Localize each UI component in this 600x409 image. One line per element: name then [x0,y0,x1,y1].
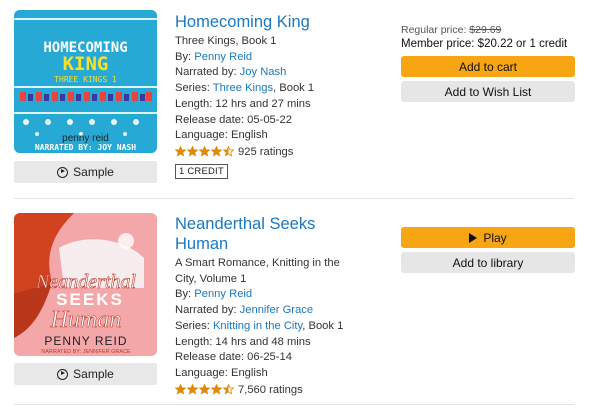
narrator-line: Narrated by: Jennifer Grace [175,303,375,319]
series-suffix: , Book 1 [273,82,315,95]
star-half-icon [223,384,234,395]
sample-button[interactable]: Sample [14,363,157,385]
library-item: Neanderthal SEEKS Human PENNY REID NARRA… [0,203,600,403]
star-full-icon [187,146,198,157]
star-full-icon [211,384,222,395]
series-label: Series: [175,319,210,332]
release-line: Release date: 06-25-14 [175,351,292,364]
book-cover[interactable]: HOMECOMING KING THREE KINGS 1 penny reid… [14,10,157,153]
cover-narrator: NARRATED BY: JENNIFER GRACE [41,349,131,355]
cover-art: HOMECOMING KING THREE KINGS 1 penny reid… [14,10,157,153]
star-half-icon [223,146,234,157]
series-link[interactable]: Three Kings [213,82,273,94]
author-label: By: [175,288,192,301]
language-line: Language: English [175,366,268,379]
add-to-cart-label: Add to cart [458,59,518,74]
sample-label: Sample [73,367,114,381]
cover-narrator: NARRATED BY: JOY NASH [35,143,136,152]
cover-author: PENNY REID [44,334,127,348]
release-line: Release date: 05-05-22 [175,113,292,126]
member-price: Member price: $20.22 or 1 credit [401,38,568,50]
cover-title-line3: Human [50,307,122,333]
rating-row: 925 ratings [175,146,375,158]
star-full-icon [199,146,210,157]
cover-title-line2: KING [63,53,109,75]
item-divider [14,404,574,405]
book-subtitle: Three Kings, Book 1 [175,35,277,47]
series-link[interactable]: Knitting in the City [213,320,302,332]
star-full-icon [199,384,210,395]
star-full-icon [187,384,198,395]
sample-label: Sample [73,165,114,179]
regular-price: Regular price: $29.69 [401,24,575,37]
series-label: Series: [175,82,210,95]
star-rating [175,384,234,395]
play-circle-icon [57,166,69,178]
library-actions: Play Add to library [401,227,575,273]
play-button[interactable]: Play [401,227,575,248]
add-to-library-label: Add to library [452,255,524,270]
regular-price-label: Regular price: [401,24,470,36]
series-line: Series: Three Kings, Book 1 [175,81,375,97]
author-link[interactable]: Penny Reid [194,288,252,300]
star-rating [175,146,234,157]
play-circle-icon [57,368,69,380]
author-link[interactable]: Penny Reid [194,51,252,63]
ratings-count[interactable]: 7,560 ratings [238,384,303,396]
credit-badge: 1 CREDIT [175,163,228,179]
series-suffix: , Book 1 [302,319,344,332]
play-label: Play [483,230,507,245]
author-line: By: Penny Reid [175,50,375,66]
purchase-actions: Regular price: $29.69 Member price: $20.… [401,24,575,102]
item-divider [14,198,574,199]
language-line: Language: English [175,129,268,142]
narrator-line: Narrated by: Joy Nash [175,65,375,81]
star-full-icon [175,384,186,395]
narrator-label: Narrated by: [175,304,237,317]
regular-price-value: $29.69 [469,24,502,36]
narrator-link[interactable]: Jennifer Grace [240,304,313,316]
sample-button[interactable]: Sample [14,161,157,183]
author-label: By: [175,50,192,63]
book-details: Homecoming King Three Kings, Book 1 By: … [175,12,375,179]
narrator-label: Narrated by: [175,66,237,79]
cover-art: Neanderthal SEEKS Human PENNY REID NARRA… [14,213,157,356]
book-cover[interactable]: Neanderthal SEEKS Human PENNY REID NARRA… [14,213,157,356]
author-line: By: Penny Reid [175,287,375,303]
play-icon [469,232,478,243]
star-full-icon [175,146,186,157]
book-details: Neanderthal Seeks Human A Smart Romance,… [175,214,375,396]
book-subtitle: A Smart Romance, Knitting in the City, V… [175,257,340,285]
narrator-link[interactable]: Joy Nash [240,66,287,78]
cover-series: THREE KINGS 1 [54,75,117,84]
book-title[interactable]: Neanderthal Seeks Human [175,214,325,254]
book-title[interactable]: Homecoming King [175,12,375,32]
length-line: Length: 12 hrs and 27 mins [175,97,311,110]
add-to-wishlist-label: Add to Wish List [444,84,532,99]
rating-row: 7,560 ratings [175,384,375,396]
add-to-wishlist-button[interactable]: Add to Wish List [401,81,575,102]
add-to-cart-button[interactable]: Add to cart [401,56,575,77]
ratings-count[interactable]: 925 ratings [238,146,293,158]
library-item: HOMECOMING KING THREE KINGS 1 penny reid… [0,0,600,196]
series-line: Series: Knitting in the City, Book 1 [175,319,375,335]
length-line: Length: 14 hrs and 48 mins [175,335,311,348]
add-to-library-button[interactable]: Add to library [401,252,575,273]
star-full-icon [211,146,222,157]
